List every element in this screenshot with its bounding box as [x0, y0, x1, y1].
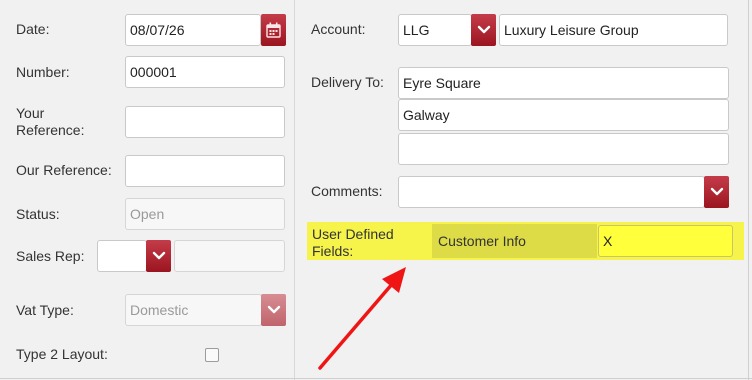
- account-name-value: Luxury Leisure Group: [504, 22, 639, 38]
- status-label: Status:: [16, 206, 60, 222]
- chevron-down-icon: [477, 25, 490, 34]
- number-field[interactable]: 000001: [125, 56, 285, 88]
- sales-rep-dropdown-button[interactable]: [146, 240, 171, 272]
- sales-rep-code-field[interactable]: [97, 240, 147, 272]
- date-value: 08/07/26: [130, 22, 185, 38]
- status-field: Open: [125, 198, 285, 230]
- vat-type-field: Domestic: [125, 294, 262, 326]
- customer-info-label: Customer Info: [438, 233, 526, 249]
- your-reference-label-line1: Your: [16, 105, 45, 121]
- date-label: Date:: [16, 21, 50, 37]
- date-picker-button[interactable]: [261, 14, 286, 46]
- delivery-line1-field[interactable]: Eyre Square: [398, 67, 729, 99]
- user-defined-fields-label-line1: User Defined: [312, 226, 394, 242]
- your-reference-field[interactable]: [125, 106, 285, 138]
- our-reference-field[interactable]: [125, 155, 285, 187]
- annotation-arrow: [318, 267, 406, 370]
- comments-label: Comments:: [311, 183, 383, 199]
- account-name-field[interactable]: Luxury Leisure Group: [499, 14, 728, 46]
- account-code-field[interactable]: LLG: [398, 14, 472, 46]
- calendar-icon: [266, 22, 281, 38]
- delivery-to-label: Delivery To:: [311, 74, 384, 90]
- account-dropdown-button[interactable]: [471, 14, 496, 46]
- comments-field[interactable]: [398, 176, 705, 208]
- customer-info-value: X: [603, 233, 613, 249]
- delivery-line2-field[interactable]: Galway: [398, 99, 729, 131]
- chevron-down-icon: [710, 187, 723, 196]
- number-label: Number:: [16, 64, 70, 80]
- customer-info-field[interactable]: X: [598, 225, 733, 257]
- chevron-down-icon: [267, 305, 280, 314]
- account-label: Account:: [311, 21, 366, 37]
- sales-rep-name-field: [174, 240, 285, 272]
- delivery-line3-field[interactable]: [398, 133, 729, 165]
- delivery-line1-value: Eyre Square: [403, 75, 481, 91]
- type2-layout-checkbox[interactable]: [205, 348, 219, 362]
- date-field[interactable]: 08/07/26: [125, 14, 261, 46]
- status-value: Open: [130, 206, 165, 222]
- panel-border: [748, 0, 749, 380]
- number-value: 000001: [130, 64, 177, 80]
- sales-rep-label: Sales Rep:: [16, 248, 85, 264]
- your-reference-label-line2: Reference:: [16, 122, 85, 138]
- vat-type-label: Vat Type:: [16, 302, 74, 318]
- account-code-value: LLG: [403, 22, 430, 38]
- delivery-line2-value: Galway: [403, 107, 450, 123]
- vat-type-value: Domestic: [130, 302, 189, 318]
- our-reference-label: Our Reference:: [16, 162, 112, 178]
- type2-layout-label: Type 2 Layout:: [16, 346, 108, 362]
- vat-type-dropdown-button: [261, 294, 286, 326]
- comments-dropdown-button[interactable]: [704, 176, 729, 208]
- chevron-down-icon: [152, 251, 165, 260]
